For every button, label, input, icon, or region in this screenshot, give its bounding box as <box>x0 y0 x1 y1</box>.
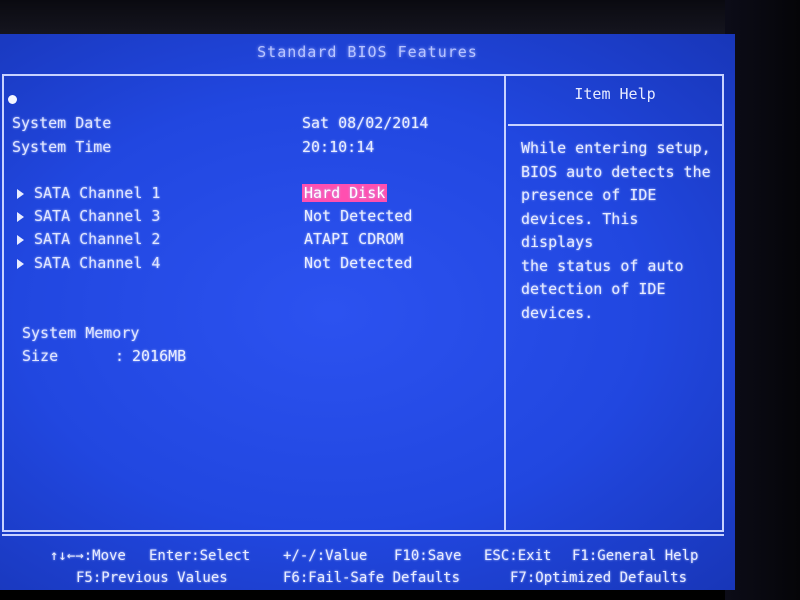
item-help-title: Item Help <box>574 85 656 103</box>
bullet-icon <box>8 95 17 104</box>
page-title: Standard BIOS Features <box>257 43 478 61</box>
key-general-help: F1:General Help <box>572 548 699 564</box>
sata-channel-3-label[interactable]: SATA Channel 3 <box>34 207 160 225</box>
key-fail-safe-defaults: F6:Fail-Safe Defaults <box>283 570 461 586</box>
item-help-text: While entering setup, BIOS auto detects … <box>521 139 711 322</box>
memory-size-separator: : <box>115 347 125 365</box>
memory-size-value: 2016MB <box>132 347 187 365</box>
key-exit: ESC:Exit <box>484 548 552 564</box>
sata-channel-2-value[interactable]: ATAPI CDROM <box>304 230 403 248</box>
system-time-value[interactable]: 20:10:14 <box>302 138 374 156</box>
submenu-arrow-icon <box>17 189 24 199</box>
sata-channel-1-label[interactable]: SATA Channel 1 <box>34 184 160 202</box>
item-help-panel: Item Help While entering setup, BIOS aut… <box>509 79 721 527</box>
bios-screen: Standard BIOS Features System Date Sat 0… <box>0 34 735 590</box>
key-legend: ↑↓←→:Move Enter:Select +/-/:Value F10:Sa… <box>2 534 724 590</box>
submenu-arrow-icon <box>17 235 24 245</box>
sata-channel-3-value[interactable]: Not Detected <box>304 207 412 225</box>
sata-channel-4-value[interactable]: Not Detected <box>304 254 412 272</box>
key-save: F10:Save <box>394 548 462 564</box>
sata-channel-1-value[interactable]: Hard Disk <box>302 184 388 202</box>
system-date-value[interactable]: Sat 08/02/2014 <box>302 114 428 132</box>
key-enter: Enter:Select <box>149 548 251 564</box>
system-date-label: System Date <box>12 114 112 132</box>
panel-divider <box>504 74 506 532</box>
key-previous-values: F5:Previous Values <box>76 570 228 586</box>
submenu-arrow-icon <box>17 212 24 222</box>
monitor-bezel-right <box>725 0 800 600</box>
key-move: ↑↓←→:Move <box>50 548 126 564</box>
memory-size-label: Size <box>22 347 59 365</box>
key-value: +/-/:Value <box>283 548 368 564</box>
system-time-label: System Time <box>12 138 112 156</box>
system-memory-heading: System Memory <box>22 324 140 342</box>
submenu-arrow-icon <box>17 259 24 269</box>
sata-channel-4-label[interactable]: SATA Channel 4 <box>34 254 160 272</box>
key-optimized-defaults: F7:Optimized Defaults <box>510 570 688 586</box>
monitor-bezel-top <box>0 0 800 34</box>
sata-channel-2-label[interactable]: SATA Channel 2 <box>34 230 160 248</box>
